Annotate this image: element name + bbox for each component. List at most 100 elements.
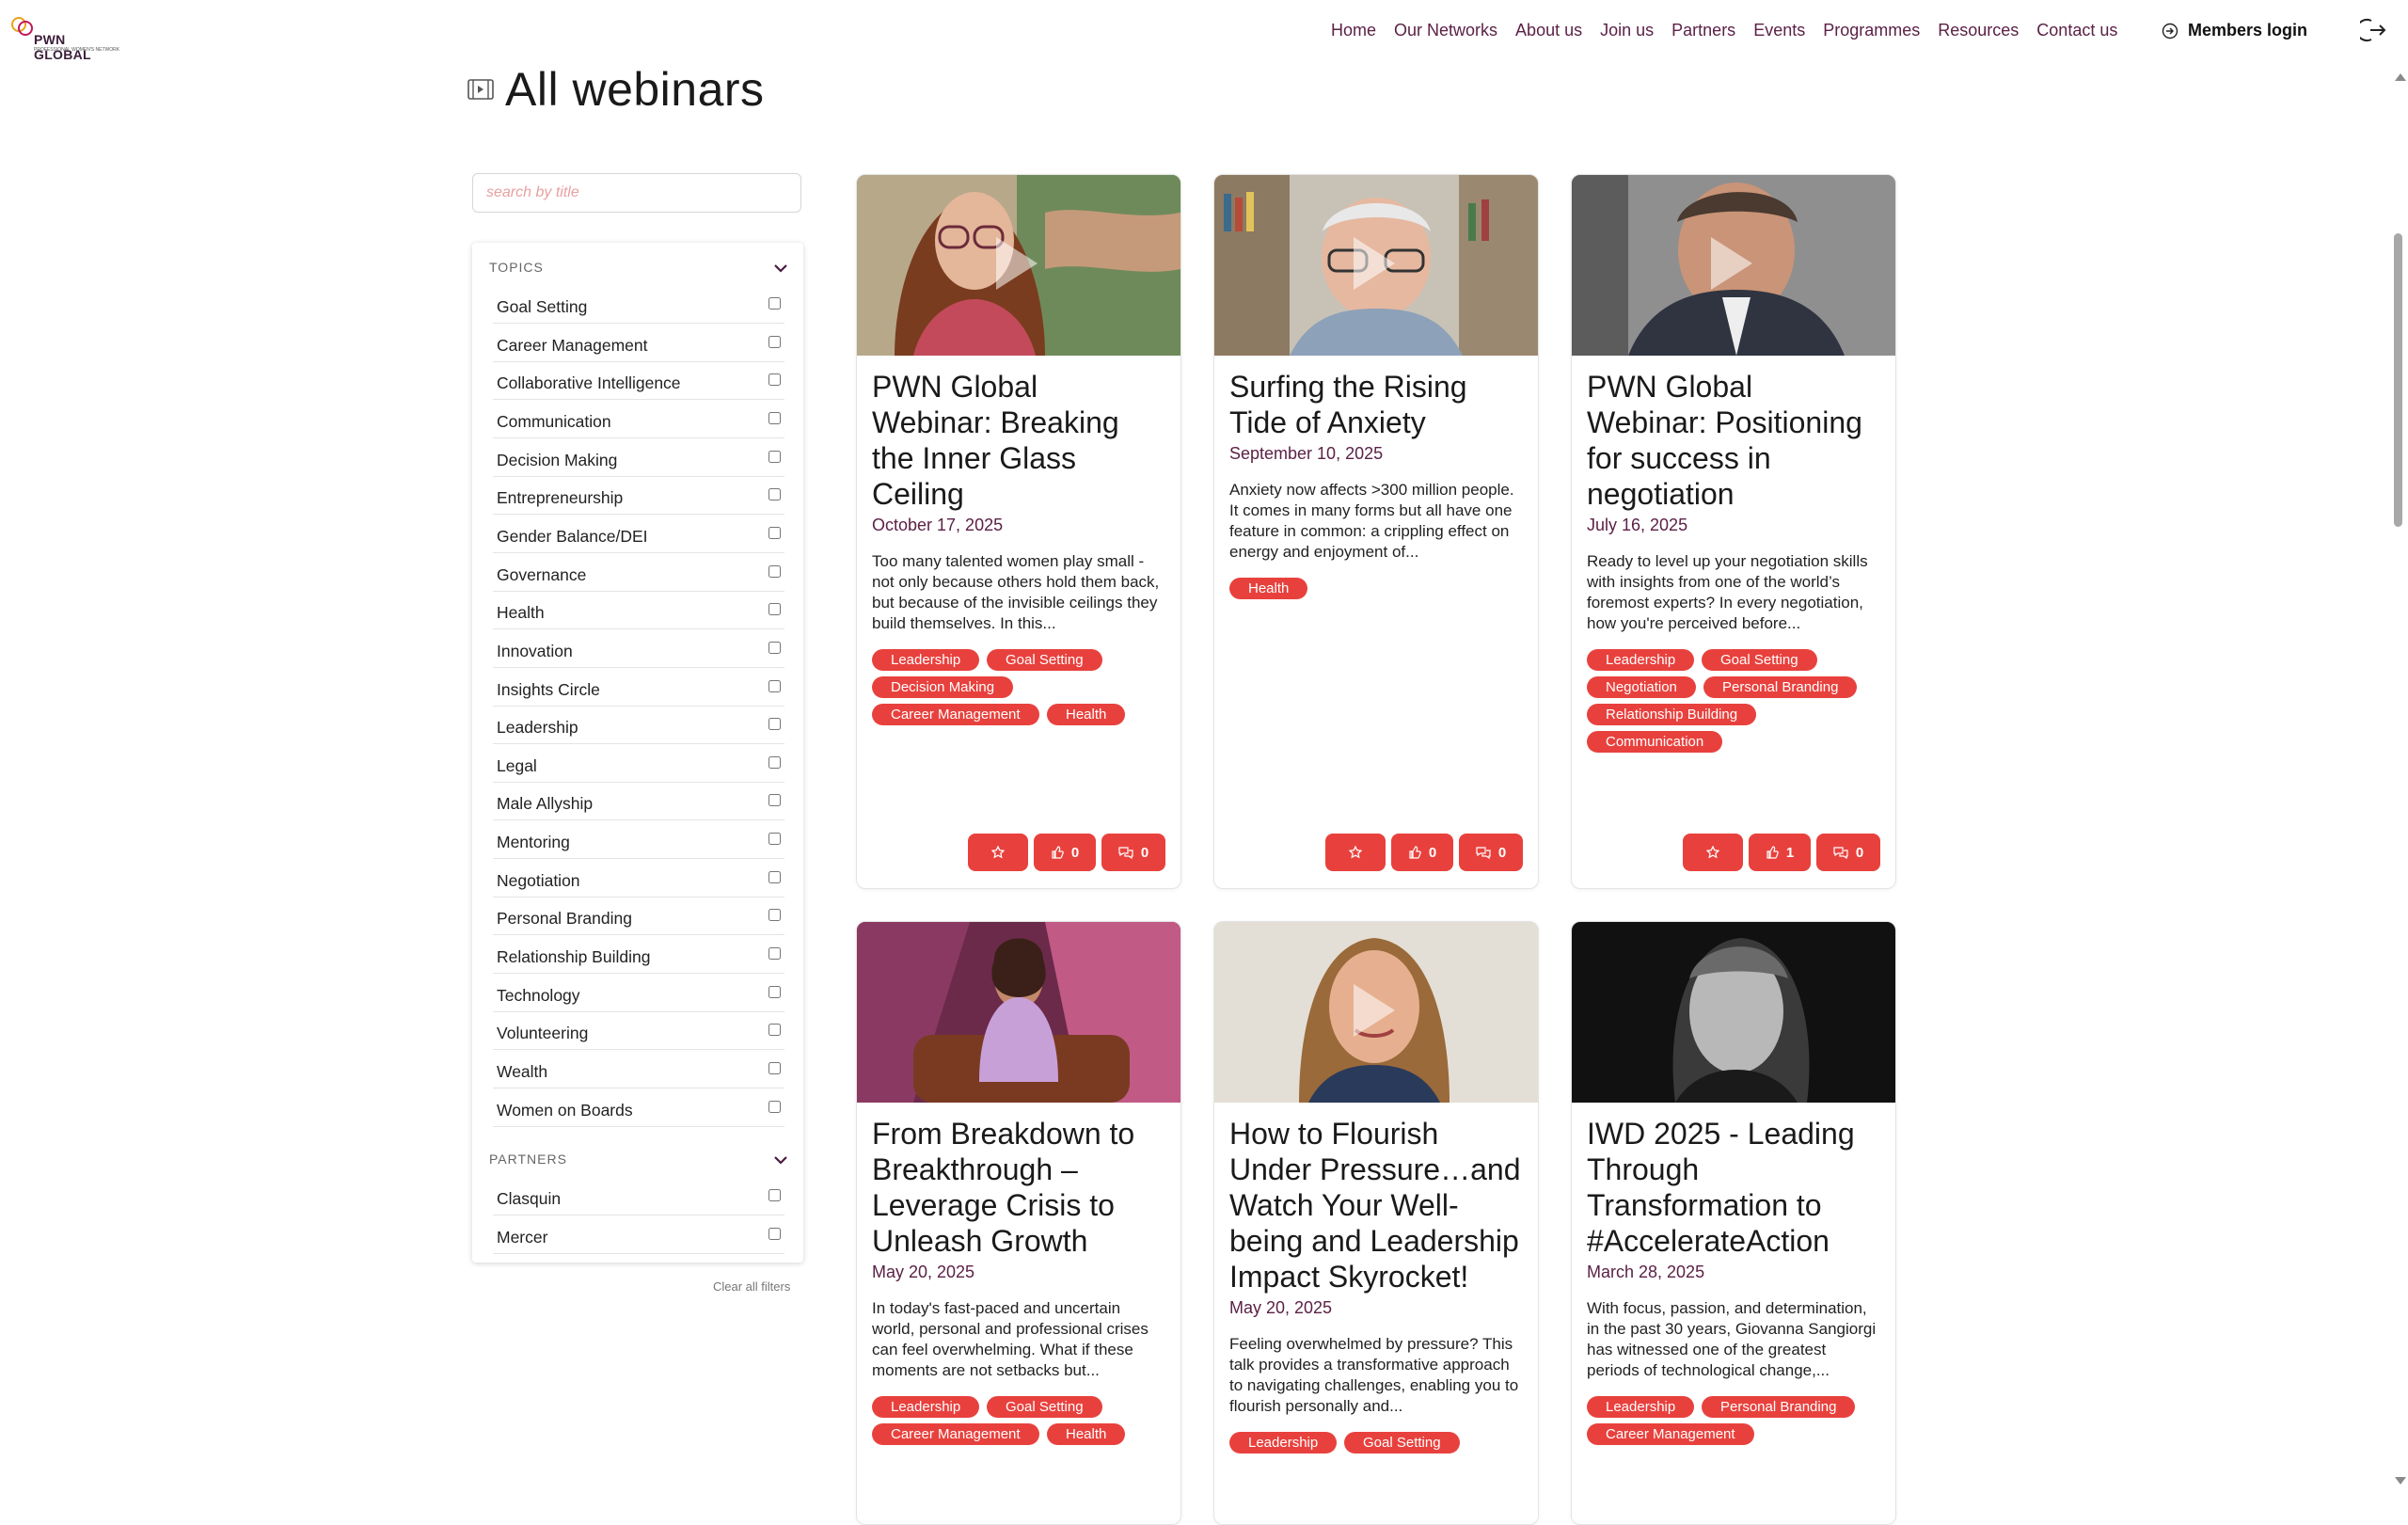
topic-tag[interactable]: Leadership: [1587, 649, 1695, 671]
webinar-card[interactable]: PWN Global Webinar: Breaking the Inner G…: [856, 174, 1181, 889]
comment-button[interactable]: 0: [1101, 834, 1165, 871]
webinar-card[interactable]: IWD 2025 - Leading Through Transformatio…: [1571, 921, 1896, 1525]
webinar-title[interactable]: How to Flourish Under Pressure…and Watch…: [1229, 1116, 1523, 1295]
clear-filters-link[interactable]: Clear all filters: [713, 1279, 790, 1294]
nav-our-networks[interactable]: Our Networks: [1394, 21, 1497, 40]
topic-filter-row[interactable]: Governance: [493, 554, 784, 592]
topic-filter-row[interactable]: Collaborative Intelligence: [493, 362, 784, 401]
topic-filter-row[interactable]: Male Allyship: [493, 783, 784, 821]
topic-tag[interactable]: Leadership: [1229, 1432, 1338, 1454]
topic-tag[interactable]: Health: [1047, 704, 1126, 725]
like-button[interactable]: 0: [1034, 834, 1096, 871]
partner-filter-row[interactable]: Mercer: [493, 1216, 784, 1254]
topic-filter-row[interactable]: Innovation: [493, 630, 784, 668]
webinar-card[interactable]: PWN Global Webinar: Positioning for succ…: [1571, 174, 1896, 889]
topic-tag[interactable]: Goal Setting: [987, 1396, 1102, 1418]
webinar-thumbnail[interactable]: [1214, 175, 1538, 356]
topic-filter-row[interactable]: Goal Setting: [493, 286, 784, 324]
topic-filter-row[interactable]: Communication: [493, 401, 784, 438]
topic-tag[interactable]: Leadership: [1587, 1396, 1695, 1418]
topic-filter-row[interactable]: Relationship Building: [493, 936, 784, 975]
webinar-card[interactable]: From Breakdown to Breakthrough – Leverag…: [856, 921, 1181, 1525]
topic-tag[interactable]: Goal Setting: [987, 649, 1102, 671]
topic-filter-row[interactable]: Wealth: [493, 1051, 784, 1088]
topic-filter-checkbox[interactable]: [768, 909, 781, 922]
topic-filter-row[interactable]: Mentoring: [493, 821, 784, 860]
webinar-thumbnail[interactable]: [1572, 175, 1895, 356]
topic-filter-row[interactable]: Entrepreneurship: [493, 477, 784, 516]
scroll-down-arrow-icon[interactable]: [2395, 1477, 2406, 1485]
logout-button[interactable]: [2355, 15, 2390, 50]
webinar-title[interactable]: Surfing the Rising Tide of Anxiety: [1229, 369, 1523, 440]
webinar-thumbnail[interactable]: [857, 922, 1180, 1103]
nav-join-us[interactable]: Join us: [1600, 21, 1654, 40]
topic-filter-checkbox[interactable]: [768, 985, 781, 998]
topic-filter-row[interactable]: Legal: [493, 745, 784, 783]
topic-filter-checkbox[interactable]: [768, 450, 781, 463]
comment-button[interactable]: 0: [1816, 834, 1880, 871]
topic-filter-checkbox[interactable]: [768, 603, 781, 616]
topic-tag[interactable]: Personal Branding: [1703, 676, 1858, 698]
like-button[interactable]: 1: [1749, 834, 1811, 871]
topic-filter-row[interactable]: Volunteering: [493, 1012, 784, 1051]
topic-filter-row[interactable]: Negotiation: [493, 860, 784, 898]
webinar-title[interactable]: PWN Global Webinar: Positioning for succ…: [1587, 369, 1880, 512]
topic-filter-checkbox[interactable]: [768, 411, 781, 424]
favorite-button[interactable]: [1325, 834, 1386, 871]
webinar-thumbnail[interactable]: [1214, 922, 1538, 1103]
topic-filter-row[interactable]: Career Management: [493, 325, 784, 362]
topic-filter-row[interactable]: Technology: [493, 975, 784, 1012]
scroll-up-arrow-icon[interactable]: [2395, 73, 2406, 81]
topic-filter-checkbox[interactable]: [768, 833, 781, 846]
topic-tag[interactable]: Health: [1047, 1423, 1126, 1445]
topic-tag[interactable]: Relationship Building: [1587, 704, 1757, 725]
topic-filter-checkbox[interactable]: [768, 1100, 781, 1113]
topic-filter-checkbox[interactable]: [768, 488, 781, 501]
partners-heading[interactable]: PARTNERS: [489, 1152, 788, 1174]
members-login-link[interactable]: Members login: [2162, 21, 2307, 40]
partner-filter-checkbox[interactable]: [768, 1189, 781, 1201]
topic-filter-row[interactable]: Gender Balance/DEI: [493, 516, 784, 553]
favorite-button[interactable]: [968, 834, 1028, 871]
topic-tag[interactable]: Health: [1229, 578, 1308, 599]
webinar-title[interactable]: PWN Global Webinar: Breaking the Inner G…: [872, 369, 1165, 512]
topic-filter-row[interactable]: Personal Branding: [493, 898, 784, 936]
nav-events[interactable]: Events: [1753, 21, 1805, 40]
topic-filter-checkbox[interactable]: [768, 1024, 781, 1037]
play-icon[interactable]: [1354, 984, 1395, 1037]
webinar-thumbnail[interactable]: [1572, 922, 1895, 1103]
topic-tag[interactable]: Career Management: [872, 704, 1039, 725]
nav-partners[interactable]: Partners: [1671, 21, 1735, 40]
search-input[interactable]: [472, 173, 801, 213]
play-icon[interactable]: [1711, 237, 1752, 290]
topic-filter-checkbox[interactable]: [768, 526, 781, 539]
topic-filter-row[interactable]: Decision Making: [493, 439, 784, 477]
topic-tag[interactable]: Goal Setting: [1344, 1432, 1460, 1454]
nav-programmes[interactable]: Programmes: [1823, 21, 1920, 40]
comment-button[interactable]: 0: [1459, 834, 1523, 871]
partner-filter-row[interactable]: Clasquin: [493, 1178, 784, 1215]
topic-tag[interactable]: Negotiation: [1587, 676, 1696, 698]
topic-tag[interactable]: Leadership: [872, 1396, 980, 1418]
pwn-logo[interactable]: PWN GLOBAL PROFESSIONAL WOMEN'S NETWORK: [9, 13, 122, 62]
topic-filter-row[interactable]: Health: [493, 592, 784, 630]
nav-contact-us[interactable]: Contact us: [2036, 21, 2117, 40]
topic-tag[interactable]: Leadership: [872, 649, 980, 671]
topic-filter-checkbox[interactable]: [768, 870, 781, 883]
webinar-title[interactable]: From Breakdown to Breakthrough – Leverag…: [872, 1116, 1165, 1259]
topic-tag[interactable]: Career Management: [1587, 1423, 1754, 1445]
topic-tag[interactable]: Personal Branding: [1702, 1396, 1856, 1418]
topic-filter-checkbox[interactable]: [768, 297, 781, 310]
nav-about-us[interactable]: About us: [1515, 21, 1582, 40]
topic-filter-checkbox[interactable]: [768, 564, 781, 578]
topic-filter-checkbox[interactable]: [768, 373, 781, 387]
webinar-thumbnail[interactable]: [857, 175, 1180, 356]
nav-home[interactable]: Home: [1331, 21, 1376, 40]
topics-heading[interactable]: TOPICS: [489, 260, 788, 282]
favorite-button[interactable]: [1683, 834, 1743, 871]
topic-tag[interactable]: Career Management: [872, 1423, 1039, 1445]
topic-filter-checkbox[interactable]: [768, 335, 781, 348]
topic-filter-row[interactable]: Insights Circle: [493, 669, 784, 707]
topic-filter-checkbox[interactable]: [768, 679, 781, 692]
webinar-card[interactable]: Surfing the Rising Tide of Anxiety Septem…: [1213, 174, 1539, 889]
